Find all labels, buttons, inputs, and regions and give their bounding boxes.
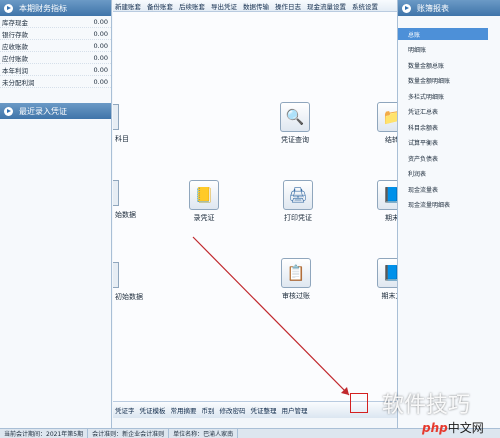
finance-row: 银行存款 0.00 (0, 28, 111, 40)
report-panel-title: 账簿报表 (417, 3, 449, 13)
node-label: 审核过账 (282, 292, 310, 300)
account-label: 科目 (115, 135, 129, 143)
watermark: 软件技巧 php中文网 (350, 383, 500, 438)
finance-value: 0.00 (93, 29, 108, 38)
report-item-cashflow-detail[interactable]: 现金流量明细表 (398, 199, 500, 211)
voucher-word-button[interactable]: 凭证字 (115, 405, 135, 415)
audit-icon: 📋 (281, 258, 311, 288)
ledger-icon: 📘 (377, 180, 397, 210)
report-item-qty-general[interactable]: 数量金额总账 (398, 59, 500, 71)
audit-post-node[interactable]: 📋 审核过账 (281, 258, 311, 301)
left-panel: 本期财务指标 库存现金 0.00 银行存款 0.00 应收账款 0.00 应付账款 0.… (0, 0, 112, 428)
magnifier-icon: 🔍 (280, 102, 310, 132)
common-summary-button[interactable]: 常用摘要 (171, 405, 197, 415)
menu-cashflow-settings[interactable]: 现金流量设置 (307, 1, 346, 11)
recent-panel-header[interactable]: 最近录入凭证 (0, 103, 111, 119)
node-label: 结转 (385, 136, 397, 144)
finance-row: 本年利润 0.00 (0, 64, 111, 76)
status-standard: 会计准则：新企业会计准则 (88, 429, 170, 438)
finance-label: 应付账款 (2, 54, 28, 63)
annotation-arrow (192, 236, 350, 396)
menu-operation-log[interactable]: 操作日志 (275, 1, 301, 11)
finance-value: 0.00 (93, 17, 108, 26)
finance-value: 0.00 (93, 77, 108, 86)
menu-followup-account[interactable]: 后续账套 (179, 1, 205, 11)
collapse-arrow-icon[interactable] (402, 3, 411, 13)
report-item-account-balance[interactable]: 科目余额表 (398, 121, 500, 133)
report-item-general-ledger[interactable]: 总账 (398, 28, 488, 40)
node-label: 期末 (385, 214, 397, 222)
site-logo: php中文网 (422, 419, 484, 436)
report-panel-header[interactable]: 账簿报表 (398, 0, 500, 16)
menu-export-voucher[interactable]: 导出凭证 (211, 1, 237, 11)
initial-data-label: 始数据 (115, 211, 136, 219)
voucher-organize-button[interactable]: 凭证整理 (251, 405, 277, 415)
finance-label: 未分配利润 (2, 78, 35, 87)
finance-row: 应付账款 0.00 (0, 52, 111, 64)
finance-row: 应收账款 0.00 (0, 40, 111, 52)
ledger-icon: 📘 (377, 258, 397, 288)
status-company: 单位名称：巴渝人家南 (169, 429, 239, 438)
logo-prefix: php (422, 421, 448, 435)
finance-panel-title: 本期财务指标 (19, 3, 67, 13)
report-item-voucher-summary[interactable]: 凭证汇总表 (398, 106, 500, 118)
initial-data-label-2: 初始数据 (115, 293, 143, 301)
finance-value: 0.00 (93, 41, 108, 50)
collapse-arrow-icon[interactable] (4, 3, 13, 13)
report-item-detail-ledger[interactable]: 明细账 (398, 44, 500, 56)
user-management-button[interactable]: 用户管理 (282, 405, 308, 415)
account-stub-icon[interactable] (113, 104, 119, 130)
node-label: 期末方 (381, 292, 398, 300)
voucher-query-node[interactable]: 🔍 凭证查询 (280, 102, 310, 145)
finance-panel-header[interactable]: 本期财务指标 (0, 0, 111, 16)
folder-icon: 📁 (377, 102, 397, 132)
voucher-template-button[interactable]: 凭证模板 (140, 405, 166, 415)
finance-label: 银行存款 (2, 30, 28, 39)
period-end-node-2[interactable]: 📘 期末方 (377, 258, 397, 301)
report-item-balance-sheet[interactable]: 资产负债表 (398, 152, 500, 164)
finance-spacer (0, 88, 111, 103)
change-password-button[interactable]: 修改密码 (220, 405, 246, 415)
report-item-income-statement[interactable]: 利润表 (398, 168, 500, 180)
node-label: 打印凭证 (284, 214, 312, 222)
menu-data-transfer[interactable]: 数据传输 (243, 1, 269, 11)
voucher-icon: 📒 (189, 180, 219, 210)
currency-button[interactable]: 币别 (202, 405, 215, 415)
report-item-multi-column[interactable]: 多栏式明细账 (398, 90, 500, 102)
report-panel: 账簿报表 总账 明细账 数量金额总账 数量金额明细账 多栏式明细账 凭证汇总表 … (397, 0, 500, 428)
highlight-box (350, 393, 368, 413)
collapse-arrow-icon[interactable] (4, 106, 13, 116)
finance-label: 应收账款 (2, 42, 28, 51)
menu-backup-account[interactable]: 备份账套 (147, 1, 173, 11)
carryover-node[interactable]: 📁 结转 (377, 102, 397, 145)
printer-icon: 🖨 (283, 180, 313, 210)
period-end-node[interactable]: 📘 期末 (377, 180, 397, 223)
finance-row: 未分配利润 0.00 (0, 76, 111, 88)
report-item-trial-balance[interactable]: 试算平衡表 (398, 137, 500, 149)
logo-suffix: 中文网 (447, 421, 484, 435)
workflow-area: 科目 始数据 初始数据 🔍 凭证查询 📁 结转 📒 录凭证 🖨 打印凭证 📘 期… (113, 12, 397, 401)
status-period: 当前会计期间：2021年第5期 (0, 429, 89, 438)
print-voucher-node[interactable]: 🖨 打印凭证 (283, 180, 313, 223)
menu-system-settings[interactable]: 系统设置 (352, 1, 378, 11)
finance-label: 本年利润 (2, 66, 28, 75)
finance-row: 库存现金 0.00 (0, 16, 111, 28)
menu-new-account[interactable]: 新建账套 (115, 1, 141, 11)
watermark-text: 软件技巧 (382, 393, 471, 418)
top-menu-bar: 新建账套 备份账套 后续账套 导出凭证 数据传输 操作日志 现金流量设置 系统设… (113, 0, 400, 12)
finance-value: 0.00 (93, 65, 108, 74)
recent-panel-title: 最近录入凭证 (19, 106, 67, 116)
finance-label: 库存现金 (2, 18, 28, 27)
data-stub-icon[interactable] (113, 180, 119, 206)
finance-value: 0.00 (93, 53, 108, 62)
report-item-qty-detail[interactable]: 数量金额明细账 (398, 75, 500, 87)
node-label: 凭证查询 (281, 136, 309, 144)
enter-voucher-node[interactable]: 📒 录凭证 (189, 180, 219, 223)
initial-data-stub-icon[interactable] (113, 262, 119, 288)
node-label: 录凭证 (193, 214, 215, 222)
report-item-cashflow[interactable]: 现金流量表 (398, 183, 500, 195)
